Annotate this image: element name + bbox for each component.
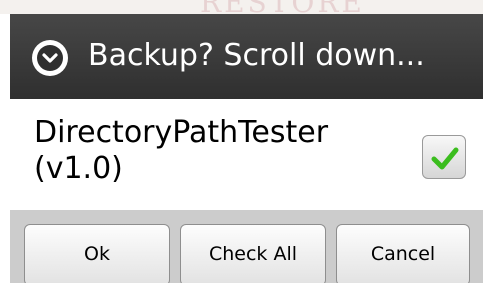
app-name: DirectoryPathTester (34, 115, 329, 150)
dialog-content: DirectoryPathTester (v1.0) (10, 99, 483, 210)
list-item-label[interactable]: DirectoryPathTester (v1.0) (34, 115, 394, 187)
dialog-title-bar: Backup? Scroll down... (10, 14, 483, 99)
backup-dialog: Backup? Scroll down... DirectoryPathTest… (10, 14, 483, 283)
dialog-button-bar: Ok Check All Cancel (10, 210, 483, 283)
screen: RESTORE Backup? Scroll down... Directory… (0, 0, 483, 283)
dialog-title: Backup? Scroll down... (88, 38, 425, 73)
check-all-button[interactable]: Check All (180, 224, 326, 283)
ok-button[interactable]: Ok (24, 224, 170, 283)
checkmark-icon (431, 147, 459, 170)
item-checkbox[interactable] (422, 135, 466, 179)
background-strip: RESTORE (0, 0, 483, 19)
cancel-button[interactable]: Cancel (336, 224, 470, 283)
app-version: (v1.0) (34, 151, 123, 186)
chevron-circle-down-icon (32, 40, 68, 76)
